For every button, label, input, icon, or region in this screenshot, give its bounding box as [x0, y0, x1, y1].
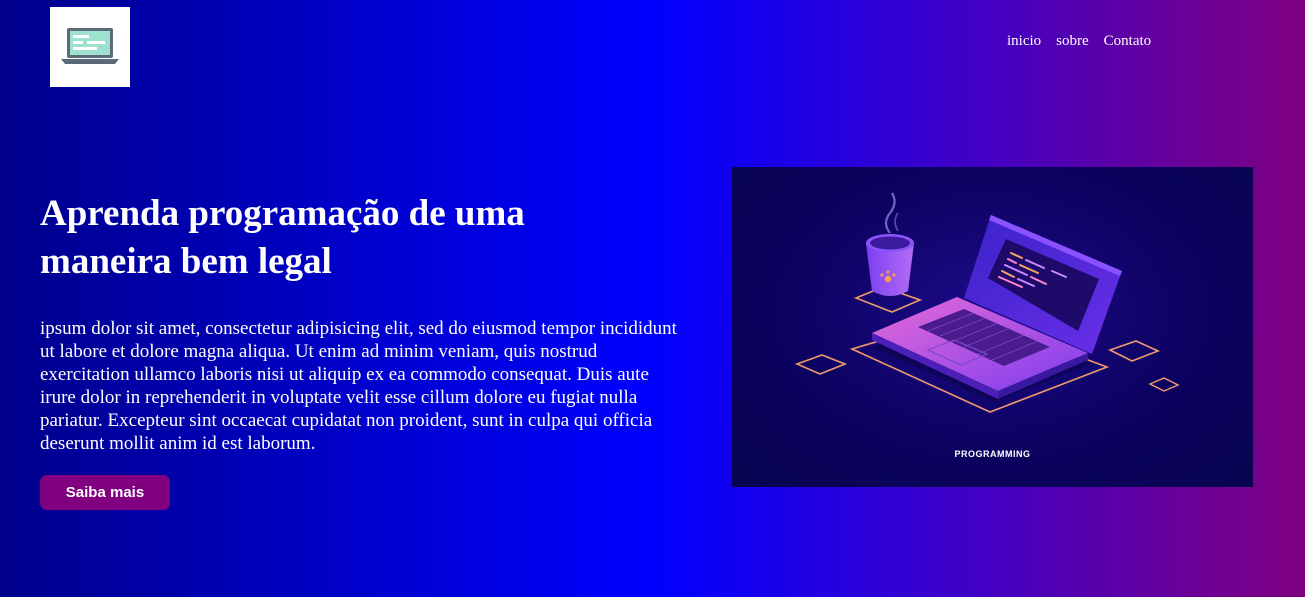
site-logo[interactable]: [50, 7, 130, 87]
main-nav: inicio sobre Contato: [1007, 33, 1151, 50]
hero-title: Aprenda programação de uma maneira bem l…: [40, 193, 525, 282]
nav-link-contato[interactable]: Contato: [1104, 33, 1152, 50]
saiba-mais-button[interactable]: Saiba mais: [40, 475, 170, 510]
illustration-caption: PROGRAMMING: [954, 449, 1031, 459]
laptop-icon: [61, 28, 119, 64]
nav-link-inicio[interactable]: inicio: [1007, 33, 1041, 50]
hero-description: ipsum dolor sit amet, consectetur adipis…: [40, 318, 677, 454]
nav-link-sobre[interactable]: sobre: [1056, 33, 1089, 50]
isometric-laptop-illustration: [794, 192, 1180, 413]
hero-illustration: PROGRAMMING: [732, 167, 1253, 487]
